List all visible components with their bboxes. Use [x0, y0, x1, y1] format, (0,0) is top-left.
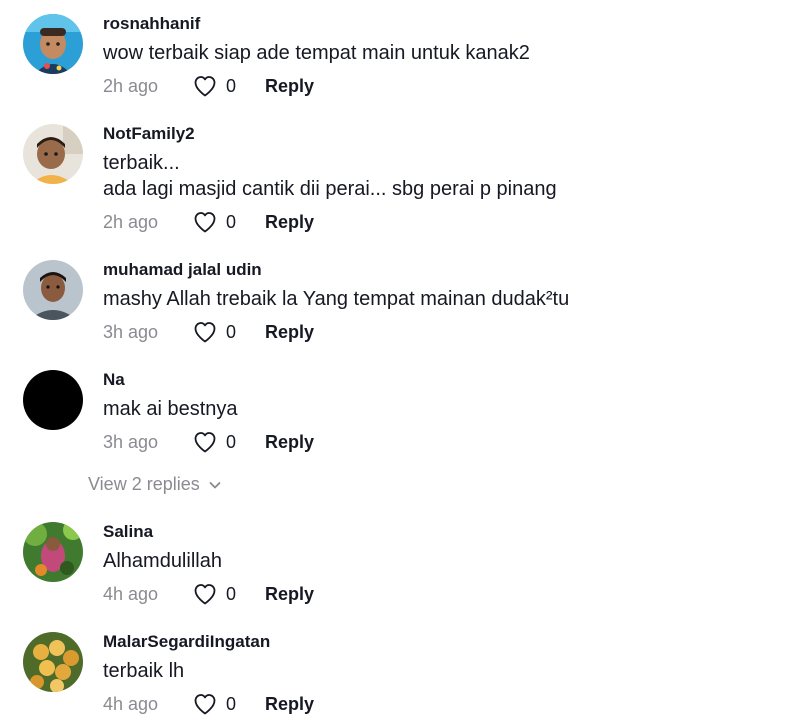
like-button[interactable]: 0 [193, 693, 236, 715]
avatar[interactable] [23, 632, 83, 692]
comment-username[interactable]: MalarSegardiIngatan [103, 632, 270, 652]
avatar-black-icon [23, 370, 83, 430]
avatar[interactable] [23, 370, 83, 430]
avatar[interactable] [23, 124, 83, 184]
like-count: 0 [226, 431, 237, 452]
comment-text-line: terbaik... [103, 152, 180, 174]
chevron-down-icon [209, 481, 221, 488]
comment-username[interactable]: NotFamily2 [103, 124, 195, 144]
like-count: 0 [226, 583, 237, 604]
comment-text-line: terbaik lh [103, 660, 185, 682]
like-count: 0 [226, 75, 237, 96]
heart-outline-icon [194, 694, 216, 715]
comment-meta: 4h ago 0 Reply [103, 582, 314, 606]
comment-text-line: ada lagi masjid cantik dii perai... sbg … [103, 178, 557, 200]
avatar-boy-photo-icon [23, 124, 83, 184]
comment-text-line: mak ai bestnya [103, 398, 238, 420]
like-count: 0 [226, 693, 237, 714]
like-button[interactable]: 0 [193, 75, 236, 97]
comment-username[interactable]: Na [103, 370, 125, 390]
like-count: 0 [226, 321, 237, 342]
reply-button[interactable]: Reply [265, 212, 314, 233]
comment-text: terbaik lh [103, 658, 184, 684]
comment-meta: 2h ago 0 Reply [103, 210, 314, 234]
comment-meta: 4h ago 0 Reply [103, 692, 314, 716]
comment-time: 2h ago [103, 75, 159, 96]
comment-username[interactable]: rosnahhanif [103, 14, 200, 34]
comment-time: 3h ago [103, 321, 159, 342]
comment-text: terbaik... ada lagi masjid cantik dii pe… [103, 150, 557, 202]
comment-text-line: wow terbaik siap ade tempat main untuk k… [103, 42, 530, 64]
reply-button[interactable]: Reply [265, 322, 314, 343]
comment-meta: 2h ago 0 Reply [103, 74, 314, 98]
comment-time: 4h ago [103, 693, 159, 714]
avatar-nature-photo-icon [23, 522, 83, 582]
avatar-fruit-photo-icon [23, 632, 83, 692]
comment-text: mashy Allah trebaik la Yang tempat maina… [103, 286, 569, 312]
comment-time: 2h ago [103, 211, 159, 232]
view-replies-button[interactable]: View 2 replies [88, 474, 222, 495]
view-replies-label: View 2 replies [88, 474, 200, 494]
heart-outline-icon [194, 584, 216, 605]
avatar[interactable] [23, 260, 83, 320]
comment-text-line: Alhamdulillah [103, 550, 222, 572]
comment-meta: 3h ago 0 Reply [103, 430, 314, 454]
avatar[interactable] [23, 14, 83, 74]
avatar[interactable] [23, 522, 83, 582]
heart-outline-icon [194, 212, 216, 233]
like-count: 0 [226, 211, 237, 232]
reply-button[interactable]: Reply [265, 76, 314, 97]
reply-button[interactable]: Reply [265, 432, 314, 453]
comment-username[interactable]: Salina [103, 522, 153, 542]
like-button[interactable]: 0 [193, 211, 236, 233]
comment-text: wow terbaik siap ade tempat main untuk k… [103, 40, 530, 66]
comment-text-line: mashy Allah trebaik la Yang tempat maina… [103, 288, 570, 310]
heart-outline-icon [194, 76, 216, 97]
like-button[interactable]: 0 [193, 583, 236, 605]
heart-outline-icon [194, 432, 216, 453]
reply-button[interactable]: Reply [265, 584, 314, 605]
heart-outline-icon [194, 322, 216, 343]
comment-text: Alhamdulillah [103, 548, 222, 574]
avatar-child-photo-icon [23, 14, 83, 74]
comment-text: mak ai bestnya [103, 396, 238, 422]
comment-time: 3h ago [103, 431, 159, 452]
like-button[interactable]: 0 [193, 431, 236, 453]
avatar-man-photo-icon [23, 260, 83, 320]
reply-button[interactable]: Reply [265, 694, 314, 715]
comment-meta: 3h ago 0 Reply [103, 320, 314, 344]
like-button[interactable]: 0 [193, 321, 236, 343]
comment-time: 4h ago [103, 583, 159, 604]
comment-username[interactable]: muhamad jalal udin [103, 260, 262, 280]
